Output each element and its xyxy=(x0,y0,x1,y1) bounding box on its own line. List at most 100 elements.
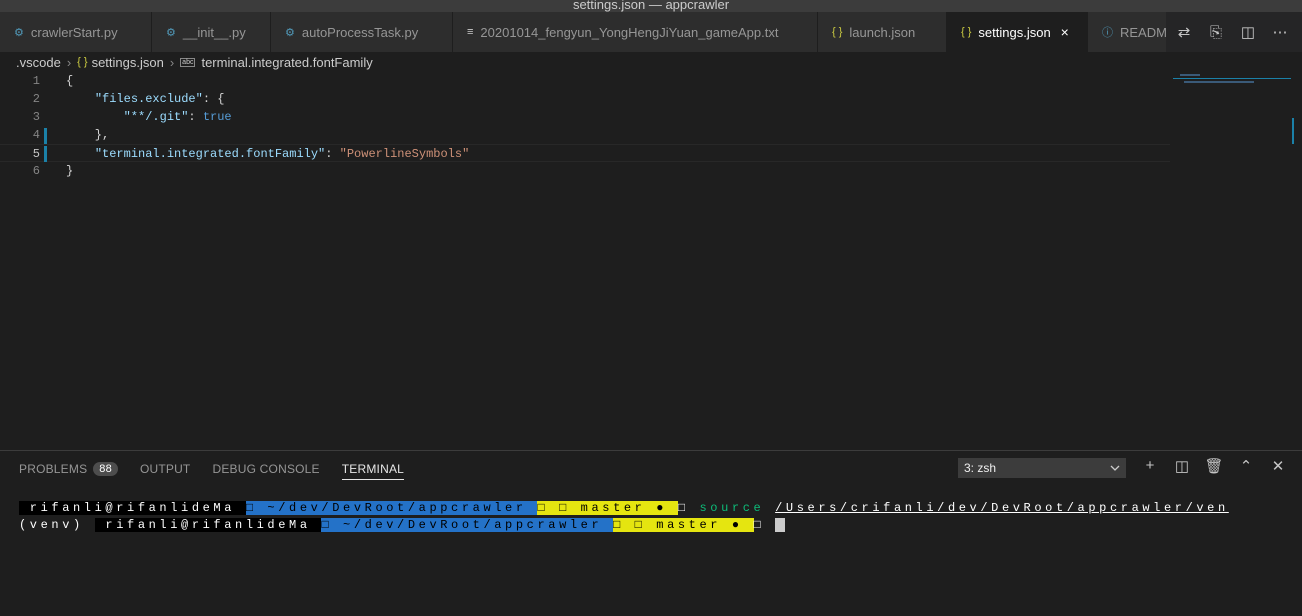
code-line: 4 }, xyxy=(0,126,1170,144)
prompt-dir-segment: □ ~/dev/DevRoot/appcrawler xyxy=(245,501,538,515)
tab-label: READM xyxy=(1120,24,1167,40)
prompt-git-segment: □ □ master ● xyxy=(537,501,678,515)
json-value: true xyxy=(202,110,232,124)
json-value: "PowerlineSymbols" xyxy=(339,147,470,161)
tab-label: settings.json xyxy=(978,24,1051,40)
tab-label: PROBLEMS xyxy=(19,462,88,476)
line-number: 6 xyxy=(32,164,40,178)
breadcrumb: .vscode › { } settings.json › abc termin… xyxy=(0,52,1302,72)
code-text: "terminal.integrated.fontFamily": "Power… xyxy=(66,145,469,163)
terminal-command: source xyxy=(688,501,765,515)
terminal-cursor xyxy=(775,518,786,532)
json-key: "**/.git" xyxy=(123,110,189,124)
minimap-line xyxy=(1173,78,1291,79)
open-changes-icon[interactable]: ⇄ xyxy=(1174,23,1194,41)
breadcrumb-folder[interactable]: .vscode xyxy=(16,55,61,70)
python-icon: ⚙ xyxy=(166,26,176,39)
problems-count-badge: 88 xyxy=(93,462,118,476)
editor-actions: ⇄ ⎘ ◫ ⋯ xyxy=(1166,12,1302,52)
editor-tab-bar: ⚙ crawlerStart.py ⚙ __init__.py ⚙ autoPr… xyxy=(0,12,1302,52)
tab-label: TERMINAL xyxy=(341,461,405,476)
close-panel-icon[interactable]: ✕ xyxy=(1268,457,1288,475)
minimap[interactable] xyxy=(1172,72,1291,86)
new-terminal-icon[interactable]: + xyxy=(1140,457,1160,475)
code-text: "files.exclude": { xyxy=(66,90,225,108)
scrollbar[interactable] xyxy=(1292,118,1302,144)
maximize-panel-icon[interactable]: ⌃ xyxy=(1236,457,1256,475)
panel-actions: + ◫ 🗑 ⌃ ✕ xyxy=(1140,457,1288,475)
panel-tab-bar: PROBLEMS 88 OUTPUT DEBUG CONSOLE TERMINA… xyxy=(19,458,405,480)
python-icon: ⚙ xyxy=(285,26,295,39)
terminal-select[interactable]: 3: zsh xyxy=(958,458,1126,478)
terminal-line: rifanli@rifanlideMa □ ~/dev/DevRoot/appc… xyxy=(19,501,1229,515)
tab-label: __init__.py xyxy=(182,24,246,40)
open-preview-icon[interactable]: ⎘ xyxy=(1206,24,1226,41)
prompt-user-segment: rifanli@rifanlideMa xyxy=(94,518,322,532)
code-line-current: 5 "terminal.integrated.fontFamily": "Pow… xyxy=(0,144,1170,162)
line-number: 4 xyxy=(32,128,40,142)
trash-icon[interactable]: 🗑 xyxy=(1204,457,1224,475)
minimap-line xyxy=(1184,81,1254,83)
line-number: 2 xyxy=(32,92,40,106)
json-punct: : xyxy=(188,110,203,124)
tab-autoprocesstask[interactable]: ⚙ autoProcessTask.py xyxy=(271,12,453,52)
minimap-line xyxy=(1180,74,1200,76)
tab-label: launch.json xyxy=(849,24,916,40)
terminal-path: /Users/crifanli/dev/DevRoot/appcrawler/v… xyxy=(775,501,1229,515)
code-editor[interactable]: 1 { 2 "files.exclude": { 3 "**/.git": tr… xyxy=(0,72,1302,450)
tab-launch-json[interactable]: { } launch.json xyxy=(818,12,947,52)
code-text: } xyxy=(66,164,74,178)
bottom-panel: PROBLEMS 88 OUTPUT DEBUG CONSOLE TERMINA… xyxy=(0,450,1302,616)
info-icon: ⓘ xyxy=(1102,27,1113,39)
code-text: { xyxy=(66,74,74,88)
json-punct: : { xyxy=(202,92,225,106)
split-editor-icon[interactable]: ◫ xyxy=(1238,23,1258,41)
prompt-dir-segment: □ ~/dev/DevRoot/appcrawler xyxy=(321,518,614,532)
tab-label: OUTPUT xyxy=(139,462,191,476)
tab-settings-json[interactable]: { } settings.json × xyxy=(947,12,1088,52)
tab-label: autoProcessTask.py xyxy=(301,24,419,40)
breadcrumb-file[interactable]: settings.json xyxy=(92,55,164,70)
tab-crawlerstart[interactable]: ⚙ crawlerStart.py xyxy=(0,12,152,52)
python-icon: ⚙ xyxy=(14,26,24,39)
json-key: "terminal.integrated.fontFamily" xyxy=(94,147,326,161)
prompt-end-mark: □ xyxy=(753,518,765,532)
chevron-right-icon: › xyxy=(169,54,175,70)
string-symbol-icon: abc xyxy=(180,57,196,67)
code-text: "**/.git": true xyxy=(66,108,232,126)
tab-label: crawlerStart.py xyxy=(30,24,118,40)
prompt-end-mark: □ xyxy=(677,501,689,515)
line-number: 5 xyxy=(32,147,40,161)
json-key: "files.exclude" xyxy=(94,92,203,106)
prompt-user-segment: rifanli@rifanlideMa xyxy=(19,501,246,515)
terminal-select-value: 3: zsh xyxy=(964,461,997,475)
code-line: 6 } xyxy=(0,162,1170,180)
json-icon: { } xyxy=(832,26,843,38)
breadcrumb-symbol[interactable]: terminal.integrated.fontFamily xyxy=(201,55,372,70)
line-number: 3 xyxy=(32,110,40,124)
tab-init[interactable]: ⚙ __init__.py xyxy=(152,12,271,52)
terminal-line: (venv) rifanli@rifanlideMa □ ~/dev/DevRo… xyxy=(19,518,786,532)
line-number: 1 xyxy=(32,74,40,88)
close-icon[interactable]: × xyxy=(1061,24,1069,40)
json-icon: { } xyxy=(961,26,972,38)
code-line: 1 { xyxy=(0,72,1170,90)
code-line: 2 "files.exclude": { xyxy=(0,90,1170,108)
chevron-right-icon: › xyxy=(66,54,72,70)
tab-debug-console[interactable]: DEBUG CONSOLE xyxy=(212,458,319,480)
window-title: settings.json — appcrawler xyxy=(0,0,1302,12)
tab-gameapp-txt[interactable]: ≡ 20201014_fengyun_YongHengJiYuan_gameAp… xyxy=(453,12,818,52)
venv-indicator: (venv) xyxy=(19,518,95,532)
modified-line-indicator xyxy=(44,146,47,162)
code-line: 3 "**/.git": true xyxy=(0,108,1170,126)
tab-output[interactable]: OUTPUT xyxy=(140,458,191,480)
json-punct: : xyxy=(325,147,340,161)
tab-label: DEBUG CONSOLE xyxy=(212,462,320,476)
tab-terminal[interactable]: TERMINAL xyxy=(341,458,405,480)
tab-label: 20201014_fengyun_YongHengJiYuan_gameApp.… xyxy=(480,24,779,40)
modified-line-indicator xyxy=(44,128,47,144)
prompt-git-segment: □ □ master ● xyxy=(613,518,754,532)
more-actions-icon[interactable]: ⋯ xyxy=(1270,23,1290,41)
split-terminal-icon[interactable]: ◫ xyxy=(1172,457,1192,475)
tab-problems[interactable]: PROBLEMS 88 xyxy=(19,458,118,480)
